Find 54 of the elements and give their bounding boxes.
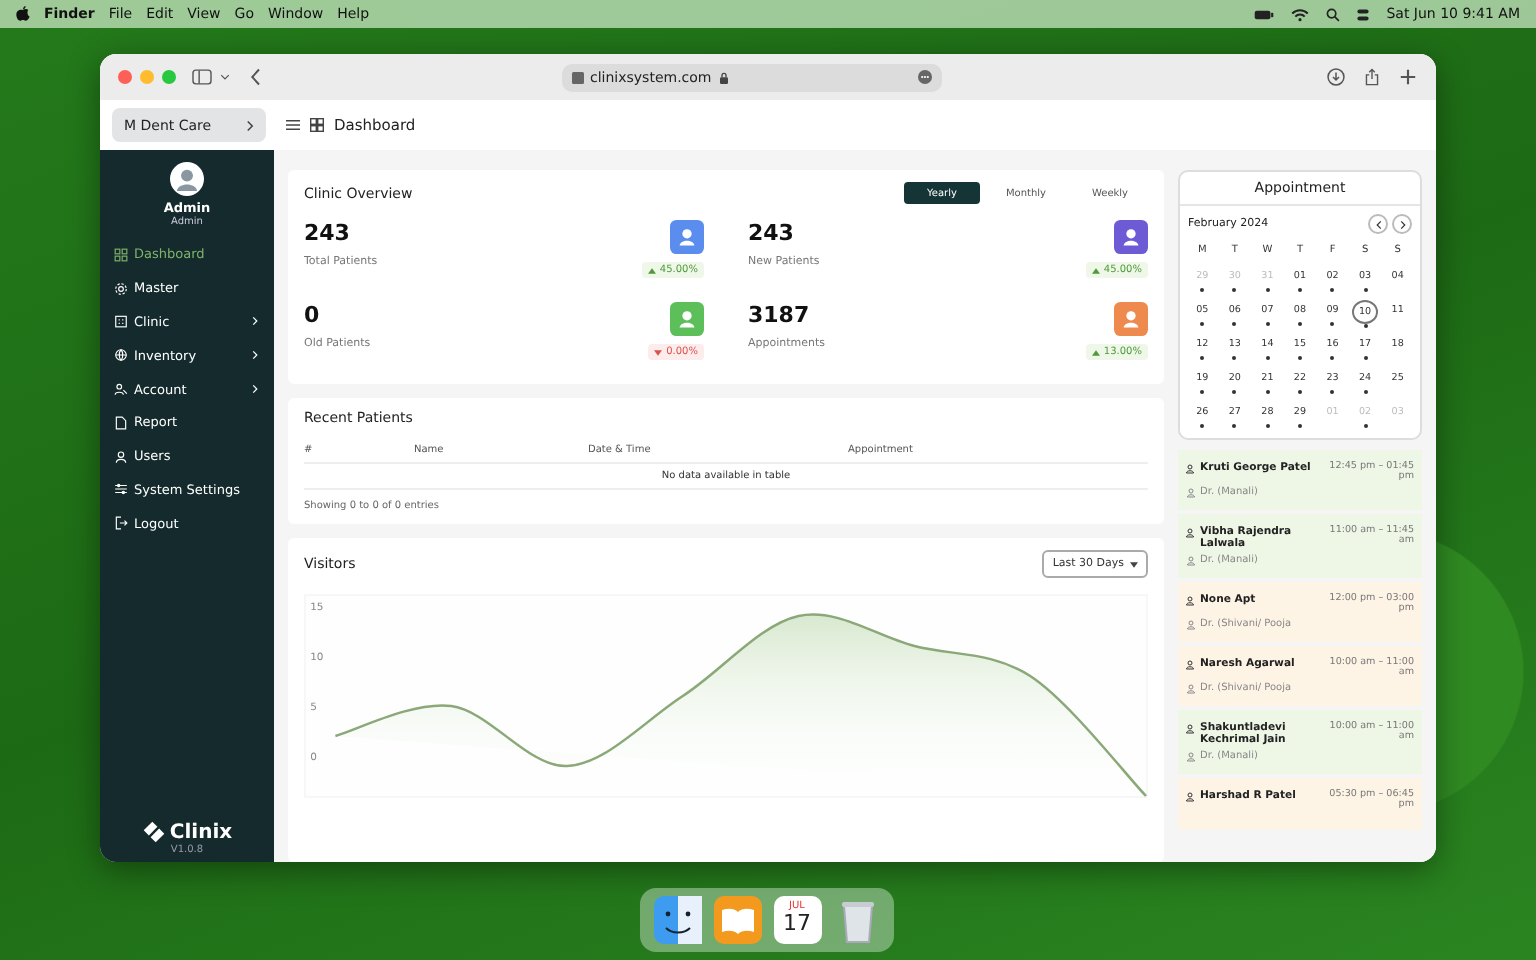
doctor-icon (1186, 684, 1196, 694)
page-icon (572, 71, 584, 83)
stat-value: 0 (304, 302, 322, 328)
doctor-icon (1186, 752, 1196, 762)
chevron-right-icon (1399, 219, 1405, 229)
search-icon[interactable] (1326, 7, 1341, 21)
control-center-icon[interactable] (1356, 7, 1371, 21)
grid-icon (310, 118, 324, 132)
wifi-icon[interactable] (1290, 7, 1311, 21)
chevron-right-icon (246, 119, 254, 131)
patient-icon (1186, 464, 1196, 474)
person-icon (114, 449, 128, 464)
down-arrow-icon (654, 349, 663, 355)
lock-icon (717, 71, 730, 83)
building-icon (114, 314, 128, 329)
globe-icon (114, 348, 128, 363)
sliders-icon (114, 482, 128, 497)
more-icon[interactable] (918, 70, 932, 84)
up-arrow-icon (1091, 349, 1100, 355)
grid-icon (114, 247, 128, 262)
patient-icon (1186, 792, 1196, 802)
exit-icon (114, 516, 128, 531)
doctor-icon (1186, 620, 1196, 630)
doctor-icon (1186, 488, 1196, 498)
stat-value: 3187 (748, 302, 812, 328)
document-icon (114, 415, 128, 430)
book-icon[interactable] (713, 896, 761, 944)
patient-icon (1186, 596, 1196, 606)
patient-icon (1186, 528, 1196, 538)
chevron-left-icon (1375, 219, 1381, 229)
up-arrow-icon (1091, 267, 1100, 273)
finder-icon[interactable] (653, 896, 701, 944)
previous-month-button[interactable] (1368, 214, 1388, 234)
download-icon[interactable] (1326, 68, 1346, 86)
avatar (170, 162, 204, 196)
caret-icon (1130, 561, 1138, 567)
up-arrow-icon (647, 267, 656, 273)
plus-icon[interactable] (1398, 68, 1418, 86)
patient-icon (1186, 724, 1196, 734)
share-icon[interactable] (1362, 68, 1382, 86)
logo-text: Clinix (169, 821, 233, 843)
doctor-icon (1186, 556, 1196, 566)
next-month-button[interactable] (1392, 214, 1412, 234)
sidebar-toggle-icon[interactable] (192, 68, 212, 86)
battery-icon[interactable] (1254, 7, 1275, 21)
logo-icon (141, 820, 166, 844)
close-button[interactable] (118, 70, 132, 84)
stat-value: 243 (304, 220, 352, 246)
apple-logo-icon[interactable] (16, 6, 30, 22)
people-icon (114, 382, 128, 397)
gear-icon (114, 281, 128, 296)
menu-icon[interactable] (286, 118, 300, 132)
patient-icon (1186, 660, 1196, 670)
stat-value: 243 (748, 220, 796, 246)
